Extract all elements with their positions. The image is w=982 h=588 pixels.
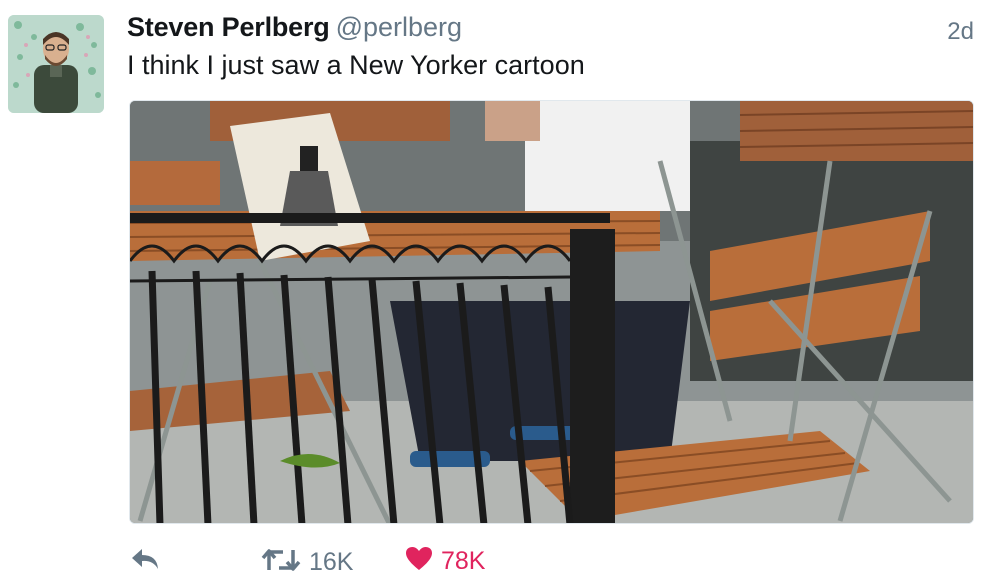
tweet-card: Steven Perlberg @perlberg 2d I think I ju…	[0, 0, 982, 588]
author-name[interactable]: Steven Perlberg	[127, 12, 330, 42]
like-button[interactable]: 78K	[405, 546, 485, 577]
retweet-count: 16K	[309, 548, 354, 576]
like-count: 78K	[441, 547, 486, 575]
tweet-timestamp[interactable]: 2d	[947, 18, 974, 46]
heart-icon	[405, 546, 433, 577]
reply-icon	[129, 546, 161, 577]
retweet-button[interactable]: 16K	[261, 546, 353, 579]
avatar[interactable]	[8, 15, 104, 113]
tweet-text: I think I just saw a New Yorker cartoon	[127, 50, 585, 80]
tweet-photo[interactable]	[129, 100, 974, 524]
tweet-header: Steven Perlberg @perlberg 2d	[127, 12, 974, 50]
reply-button[interactable]	[129, 546, 161, 577]
tweet-actions: 16K 78K	[129, 546, 629, 582]
author-handle[interactable]: @perlberg	[336, 12, 462, 42]
retweet-icon	[261, 546, 301, 579]
